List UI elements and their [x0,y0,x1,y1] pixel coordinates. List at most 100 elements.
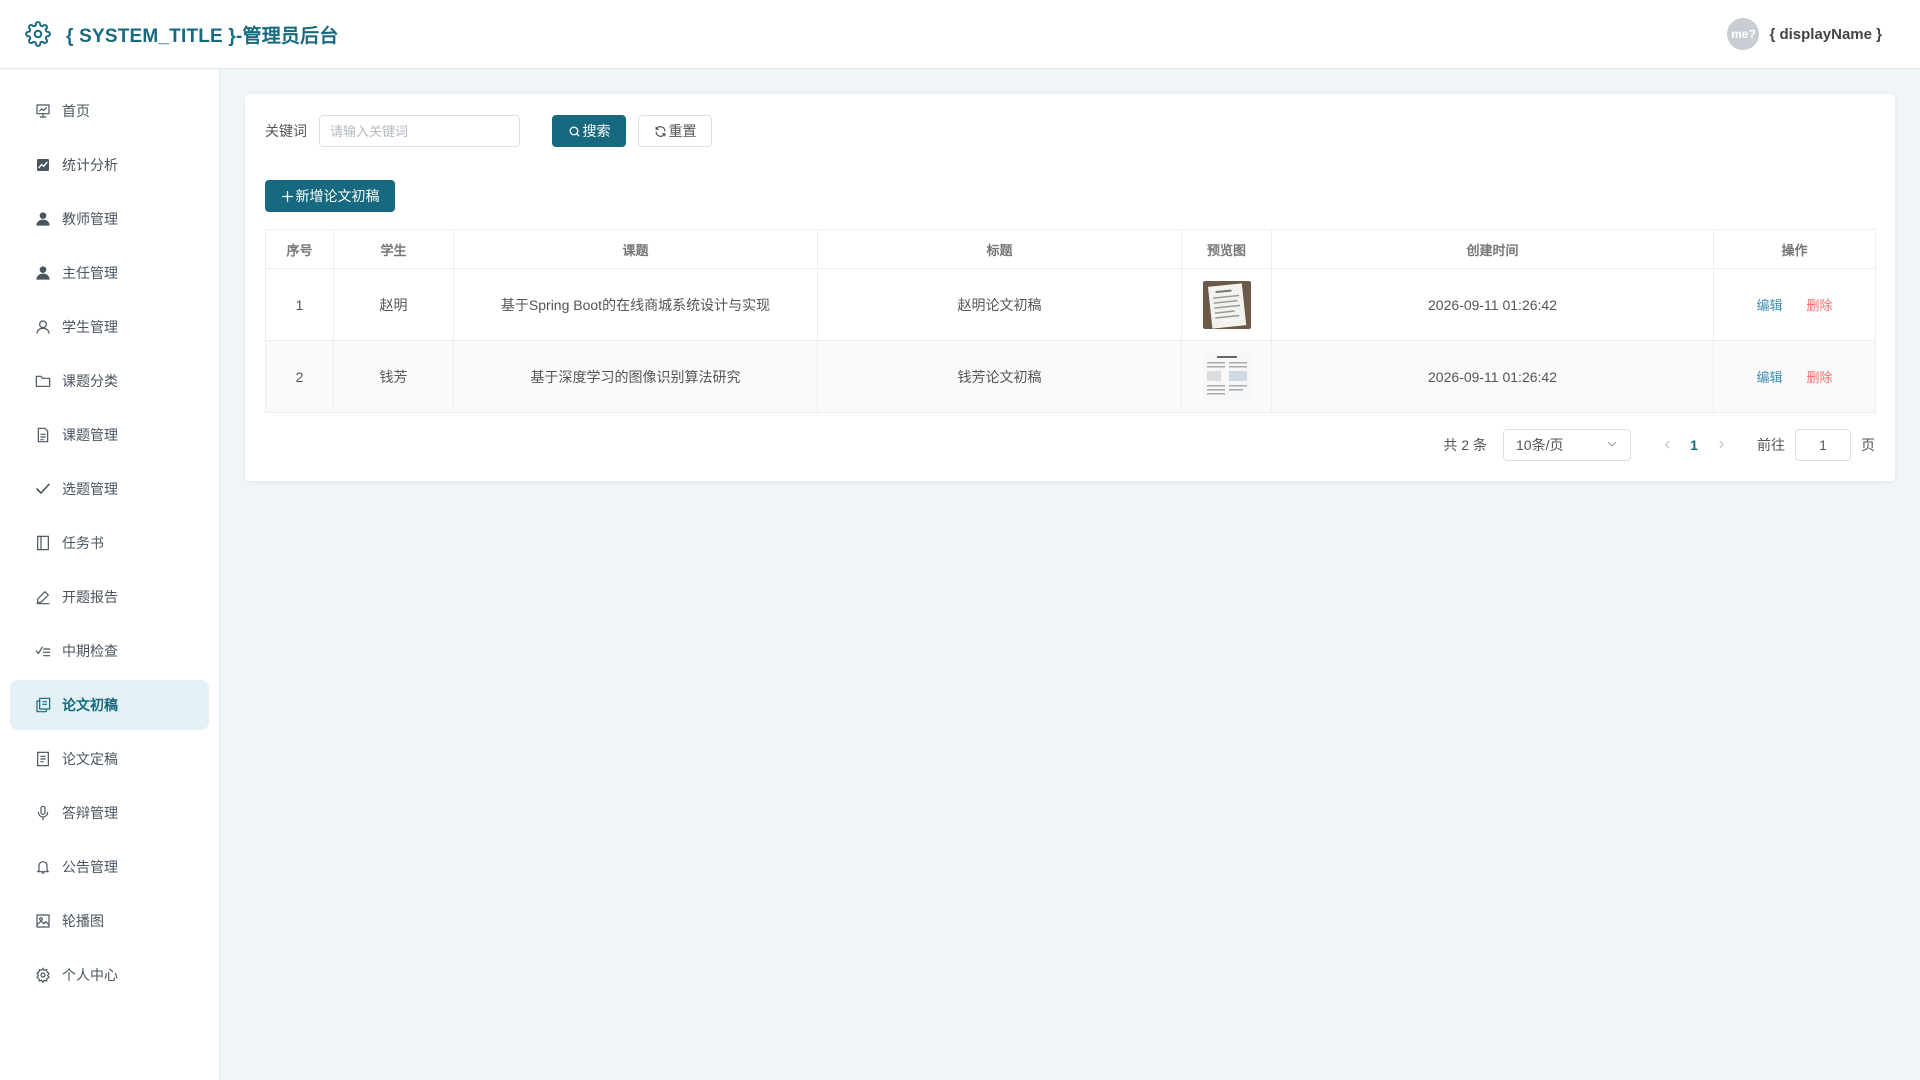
sidebar-item-midterm-check[interactable]: 中期检查 [10,626,209,676]
sidebar-item-students[interactable]: 学生管理 [10,302,209,352]
user-filled-icon [34,210,52,228]
goto-label: 前往 [1757,437,1785,453]
gear-icon [34,966,52,984]
reset-button[interactable]: 重置 [638,115,712,147]
sidebar-item-label: 首页 [62,103,90,119]
column-header-title: 标题 [817,229,1182,269]
sidebar-item-defense[interactable]: 答辩管理 [10,788,209,838]
sidebar-item-label: 轮播图 [62,913,104,929]
sidebar-item-label: 课题管理 [62,427,118,443]
page-size-select[interactable]: 10条/页 [1503,429,1631,461]
sidebar-item-topic-selection[interactable]: 选题管理 [10,464,209,514]
edit-link[interactable]: 编辑 [1757,298,1783,313]
add-thesis-draft-button[interactable]: 新增论文初稿 [265,180,395,212]
sidebar-menu: 首页 统计分析 教师管理 主任管理 学生管理 课题分类 课题管理 选题管理 任务… [0,70,219,1000]
cell-student: 赵明 [333,268,454,341]
sidebar-item-label: 公告管理 [62,859,118,875]
cell-title: 钱芳论文初稿 [817,340,1182,413]
sidebar-item-label: 学生管理 [62,319,118,335]
prev-page-button[interactable] [1655,437,1679,453]
keyword-input[interactable] [319,115,520,147]
page-number-current[interactable]: 1 [1679,437,1709,453]
cell-index: 1 [265,268,334,341]
sidebar-item-label: 中期检查 [62,643,118,659]
cell-preview [1181,268,1272,341]
reset-button-label: 重置 [668,123,697,139]
sidebar-item-label: 开题报告 [62,589,118,605]
search-icon [568,125,581,138]
plus-icon [281,190,294,203]
column-header-preview: 预览图 [1181,229,1272,269]
column-header-student: 学生 [333,229,454,269]
gear-icon [24,20,52,48]
sidebar-item-thesis-final[interactable]: 论文定稿 [10,734,209,784]
cell-actions: 编辑 删除 [1713,340,1876,413]
sidebar-item-thesis-draft[interactable]: 论文初稿 [10,680,209,730]
copy-document-icon [34,696,52,714]
document-icon [34,426,52,444]
next-page-button[interactable] [1709,437,1733,453]
bell-icon [34,858,52,876]
table-header-row: 序号 学生 课题 标题 预览图 创建时间 操作 [265,229,1876,269]
chart-icon [34,156,52,174]
cell-actions: 编辑 删除 [1713,268,1876,341]
column-header-actions: 操作 [1713,229,1876,269]
sidebar-item-carousel[interactable]: 轮播图 [10,896,209,946]
sidebar-item-label: 主任管理 [62,265,118,281]
user-display-name[interactable]: { displayName } [1769,26,1882,43]
preview-thumbnail[interactable] [1202,280,1251,329]
column-header-index: 序号 [265,229,334,269]
sidebar-item-label: 教师管理 [62,211,118,227]
delete-link[interactable]: 删除 [1806,370,1832,385]
search-bar: 关键词 搜索 重置 [265,114,712,148]
sidebar-item-label: 答辩管理 [62,805,118,821]
sidebar-item-label: 统计分析 [62,157,118,173]
document-text-icon [34,750,52,768]
sidebar-item-teachers[interactable]: 教师管理 [10,194,209,244]
page-unit-label: 页 [1861,437,1875,453]
pagination: 共 2 条 10条/页 1 前往 页 [1443,428,1875,462]
avatar[interactable]: me? [1727,18,1760,50]
table-row: 1 赵明 基于Spring Boot的在线商城系统设计与实现 赵明论文初稿 20… [265,268,1876,341]
edit-link[interactable]: 编辑 [1757,370,1783,385]
goto-page-input[interactable] [1795,429,1851,461]
column-header-topic: 课题 [453,229,818,269]
notebook-icon [34,534,52,552]
sidebar: 首页 统计分析 教师管理 主任管理 学生管理 课题分类 课题管理 选题管理 任务… [0,70,220,1080]
chevron-left-icon [1662,437,1673,453]
column-header-created: 创建时间 [1271,229,1714,269]
cell-created: 2026-09-11 01:26:42 [1271,268,1714,341]
microphone-icon [34,804,52,822]
delete-link[interactable]: 删除 [1806,298,1832,313]
cell-index: 2 [265,340,334,413]
sidebar-item-proposal[interactable]: 开题报告 [10,572,209,622]
table-row: 2 钱芳 基于深度学习的图像识别算法研究 钱芳论文初稿 2026-09-11 0… [265,340,1876,413]
picture-icon [34,912,52,930]
sidebar-item-statistics[interactable]: 统计分析 [10,140,209,190]
pagination-total: 共 2 条 [1443,437,1487,453]
thesis-draft-table: 序号 学生 课题 标题 预览图 创建时间 操作 1 赵明 基于Spring Bo… [265,229,1876,413]
page-title: { SYSTEM_TITLE }-管理员后台 [66,25,339,47]
content-card: 关键词 搜索 重置 新增论文初稿 序号 学生 课题 标题 预览图 [245,94,1895,481]
sidebar-item-task-book[interactable]: 任务书 [10,518,209,568]
sidebar-item-announcements[interactable]: 公告管理 [10,842,209,892]
cell-created: 2026-09-11 01:26:42 [1271,340,1714,413]
cell-preview [1181,340,1272,413]
sidebar-item-profile[interactable]: 个人中心 [10,950,209,1000]
sidebar-item-topic-categories[interactable]: 课题分类 [10,356,209,406]
search-button[interactable]: 搜索 [552,115,626,147]
sidebar-item-topics[interactable]: 课题管理 [10,410,209,460]
cell-topic: 基于深度学习的图像识别算法研究 [453,340,818,413]
cell-student: 钱芳 [333,340,454,413]
preview-thumbnail[interactable] [1202,352,1251,401]
sidebar-item-label: 课题分类 [62,373,118,389]
sidebar-item-home[interactable]: 首页 [10,86,209,136]
checklist-icon [34,642,52,660]
user-outline-icon [34,318,52,336]
user-menu[interactable]: me? { displayName } [1727,18,1882,50]
brand: { SYSTEM_TITLE }-管理员后台 [24,20,339,48]
sidebar-item-directors[interactable]: 主任管理 [10,248,209,298]
user-filled-icon [34,264,52,282]
cell-title: 赵明论文初稿 [817,268,1182,341]
sidebar-item-label: 个人中心 [62,967,118,983]
